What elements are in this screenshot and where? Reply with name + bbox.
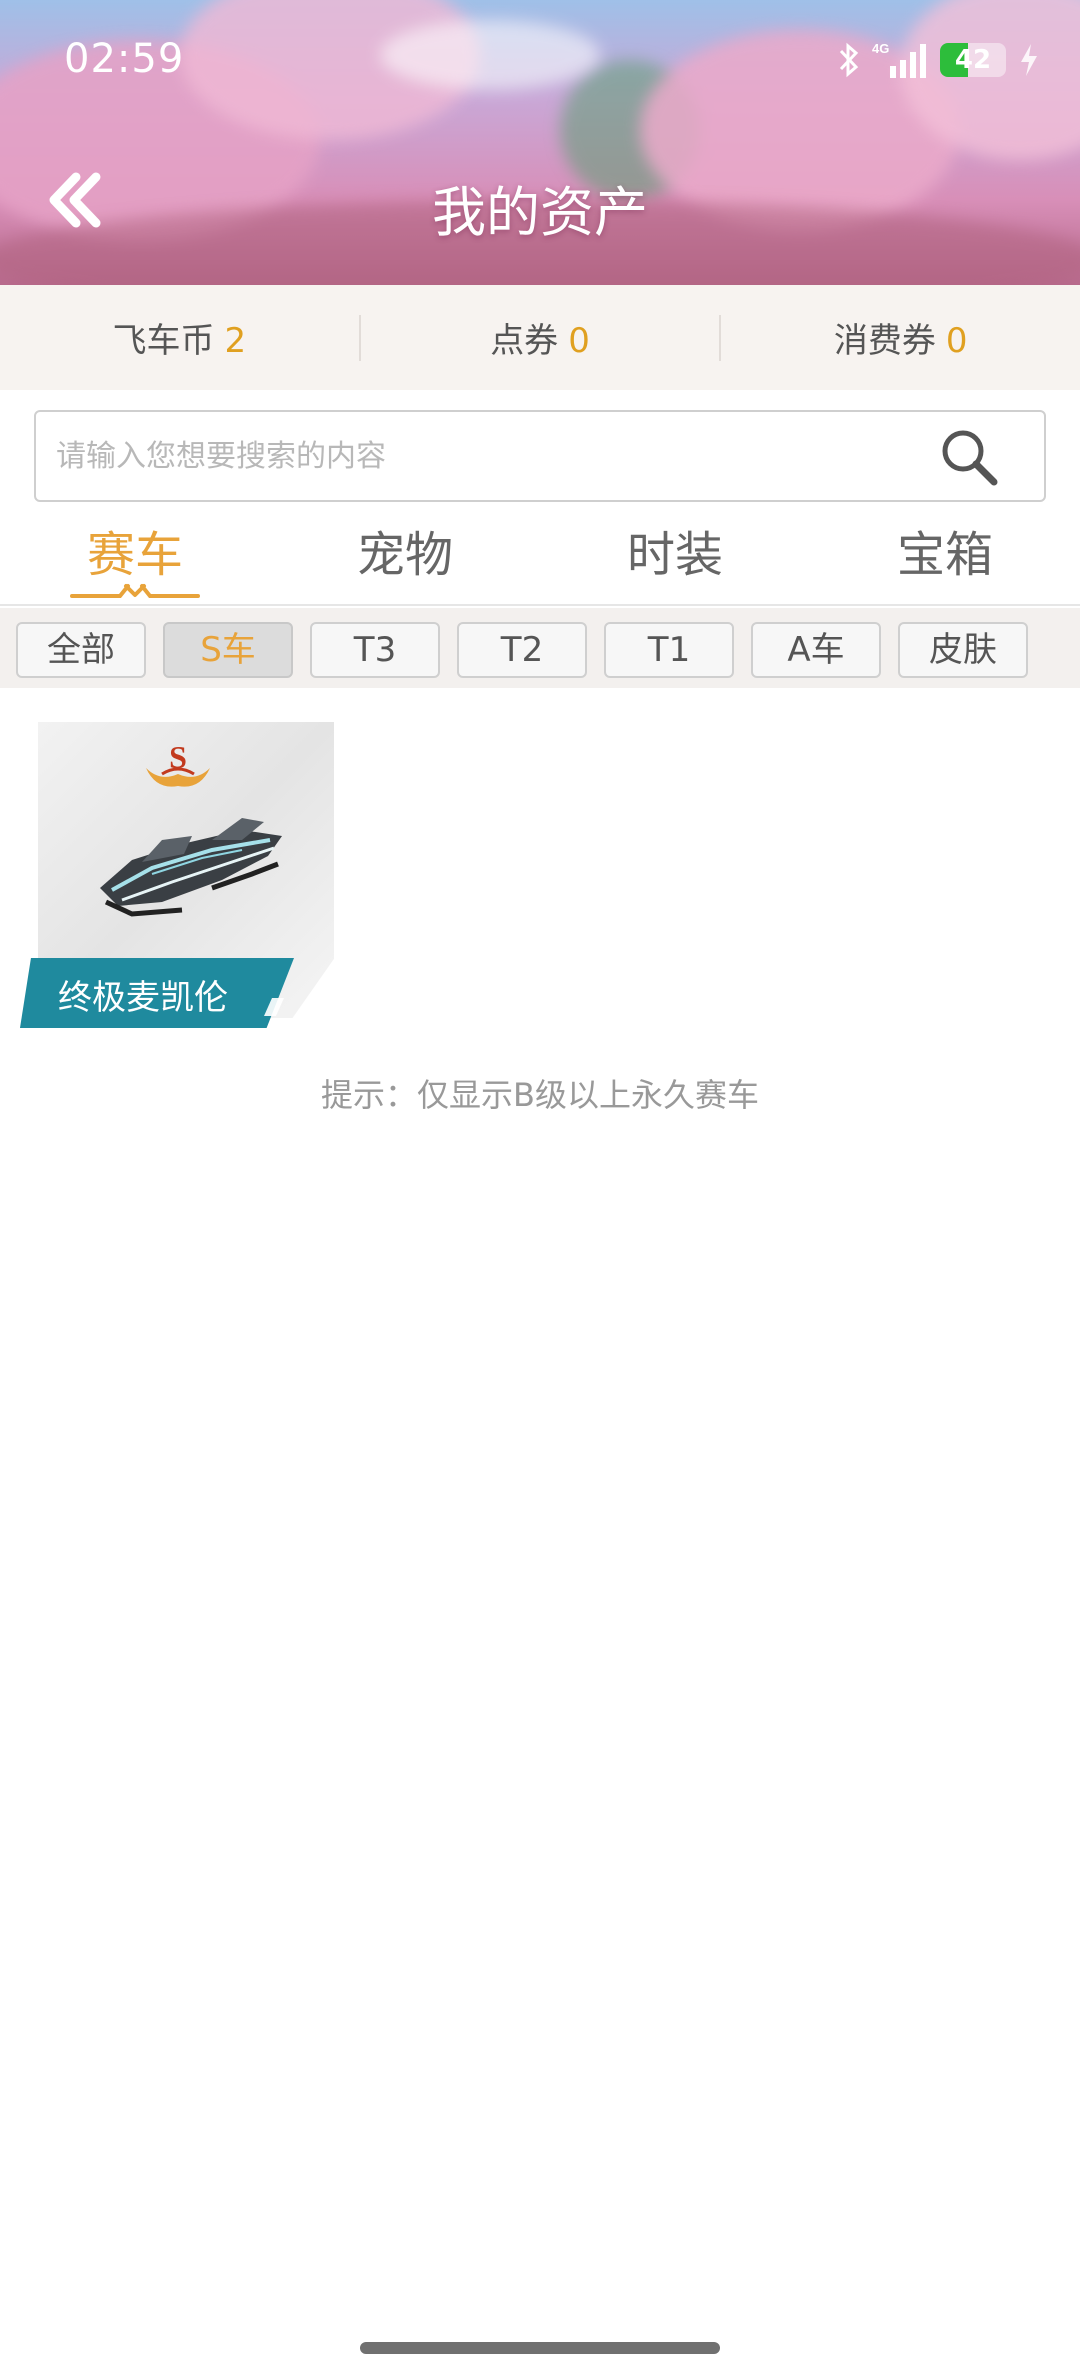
- filter-chip-a-car[interactable]: A车: [751, 622, 881, 678]
- status-icons: 4G 42: [838, 40, 1040, 80]
- currency-vouchers: 消费券 0: [721, 313, 1080, 362]
- currency-value: 2: [224, 321, 247, 361]
- page-title: 我的资产: [432, 181, 648, 244]
- filter-bar: 全部 S车 T3 T2 T1 A车 皮肤: [0, 608, 1080, 688]
- tab-label: 宠物: [356, 527, 453, 583]
- race-car-icon: [100, 818, 282, 917]
- status-time: 02:59: [64, 36, 185, 82]
- filter-chip-t1[interactable]: T1: [604, 622, 734, 678]
- active-tab-indicator: [70, 584, 200, 598]
- tab-label: 时装: [626, 527, 723, 583]
- charging-icon: [1021, 44, 1037, 76]
- currency-value: 0: [568, 321, 590, 361]
- battery-indicator: 42: [940, 43, 1006, 77]
- currency-label: 消费券: [833, 321, 936, 361]
- grade-letter: S: [169, 739, 187, 775]
- currency-label: 飞车币: [112, 321, 215, 361]
- filter-chip-t2[interactable]: T2: [457, 622, 587, 678]
- search-box: [34, 410, 1046, 502]
- filter-chip-t3[interactable]: T3: [310, 622, 440, 678]
- category-tabs: 赛车 宠物 时装 宝箱: [0, 510, 1080, 606]
- header-banner: 02:59 4G 42 我的资产: [0, 0, 1080, 285]
- home-indicator[interactable]: [360, 2342, 720, 2354]
- currency-label: 点券: [490, 321, 559, 361]
- currency-coins: 飞车币 2: [0, 313, 359, 362]
- corner-slash-icon: [264, 998, 284, 1016]
- tab-chests[interactable]: 宝箱: [810, 510, 1080, 604]
- tab-racing-cars[interactable]: 赛车: [0, 510, 270, 604]
- cloud: [380, 20, 600, 90]
- svg-text:4G: 4G: [872, 41, 889, 56]
- filter-chip-all[interactable]: 全部: [16, 622, 146, 678]
- car-name: 终极麦凯伦: [58, 978, 228, 1018]
- currency-bar: 飞车币 2 点券 0 消费券 0: [0, 285, 1080, 390]
- tab-outfits[interactable]: 时装: [540, 510, 810, 604]
- car-card[interactable]: S 终极麦凯伦: [20, 720, 338, 1030]
- bluetooth-icon: [839, 42, 859, 78]
- tab-label: 赛车: [86, 527, 183, 583]
- tab-label: 宝箱: [896, 527, 993, 583]
- currency-value: 0: [945, 321, 968, 361]
- filter-chip-skins[interactable]: 皮肤: [898, 622, 1028, 678]
- search-icon[interactable]: [938, 426, 1000, 488]
- filter-chip-s-car[interactable]: S车: [163, 622, 293, 678]
- battery-percent: 42: [954, 45, 992, 75]
- currency-points: 点券 0: [361, 313, 720, 362]
- s-grade-badge-icon: S: [146, 739, 210, 787]
- hint-text: 提示：仅显示B级以上永久赛车: [321, 1076, 759, 1114]
- search-input[interactable]: [54, 412, 934, 500]
- tab-pets[interactable]: 宠物: [270, 510, 540, 604]
- signal-4g-icon: 4G: [872, 41, 926, 78]
